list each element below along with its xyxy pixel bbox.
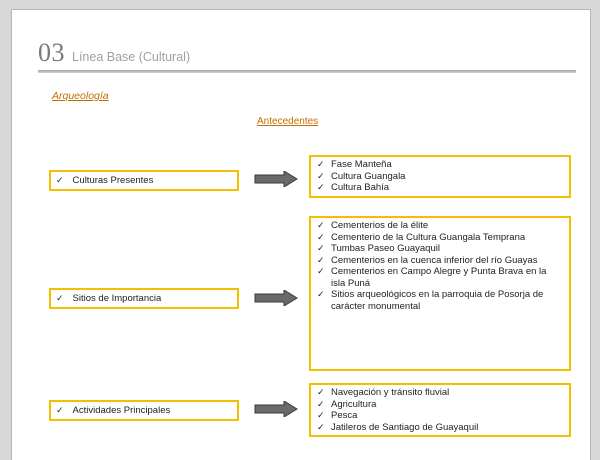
document-page: 03 Línea Base (Cultural) Arqueología Ant… [11,9,591,460]
list-item: ✓ Cultura Bahía [317,182,390,193]
subtitle: Antecedentes [257,116,319,127]
list-item: ✓ Cementerios de la élite [317,220,429,231]
check-icon: ✓ [317,387,325,397]
check-icon: ✓ [317,254,325,265]
page-header: 03 Línea Base (Cultural) [38,38,190,68]
list-item: ✓ Agricultura [317,398,377,410]
list-item: ✓ Jatileros de Santiago de Guayaquil [317,421,479,433]
list-item: ✓ Cementerio de la Cultura Guangala Tempr… [317,231,526,243]
items-box-actividades: ✓ Navegación y tránsito fluvial ✓ Agricult… [309,383,571,437]
check-icon: ✓ [317,289,325,299]
check-icon: ✓ [56,405,64,415]
label-text: Sitios de Importancia [72,293,162,304]
check-icon: ✓ [56,293,64,303]
label-text: Actividades Principales [72,405,171,416]
check-icon: ✓ [317,398,325,409]
header-title: Línea Base (Cultural) [72,50,191,64]
label-box-culturas: ✓ Culturas Presentes [49,170,239,191]
list-item: ✓ Cultura Guangala [317,170,406,182]
list-item: ✓ Tumbas Paseo Guayaquil [317,243,440,254]
label-box-actividades: ✓ Actividades Principales [49,400,239,421]
header-rule [38,70,576,73]
check-icon: ✓ [317,231,325,242]
check-icon: ✓ [317,421,325,432]
list-item: ✓ Fase Manteña [317,159,392,170]
items-box-culturas: ✓ Fase Manteña ✓ Cultura Guangala ✓ Cultura… [309,155,571,198]
section-title: Arqueología [52,90,109,102]
check-icon: ✓ [317,266,325,276]
check-icon: ✓ [317,182,325,192]
items-box-sitios: ✓ Cementerios de la élite ✓ Cementerio de … [309,216,571,371]
section-number: 03 [38,38,65,67]
arrow-right-icon [254,401,298,417]
list-item: ✓ Sitios arqueológicos en la parroquia de… [317,289,544,312]
check-icon: ✓ [56,175,64,185]
list-item: ✓ Navegación y tránsito fluvial [317,387,450,398]
check-icon: ✓ [317,220,325,230]
check-icon: ✓ [317,410,325,420]
check-icon: ✓ [317,170,325,181]
check-icon: ✓ [317,243,325,253]
label-text: Culturas Presentes [72,175,154,186]
list-item: ✓ Pesca [317,410,358,421]
arrow-right-icon [254,290,298,306]
arrow-right-icon [254,171,298,187]
list-item: ✓ Cementerios en la cuenca inferior del r… [317,254,538,266]
list-item: ✓ Cementerios en Campo Alegre y Punta Bra… [317,266,547,289]
label-box-sitios: ✓ Sitios de Importancia [49,288,239,309]
check-icon: ✓ [317,159,325,169]
